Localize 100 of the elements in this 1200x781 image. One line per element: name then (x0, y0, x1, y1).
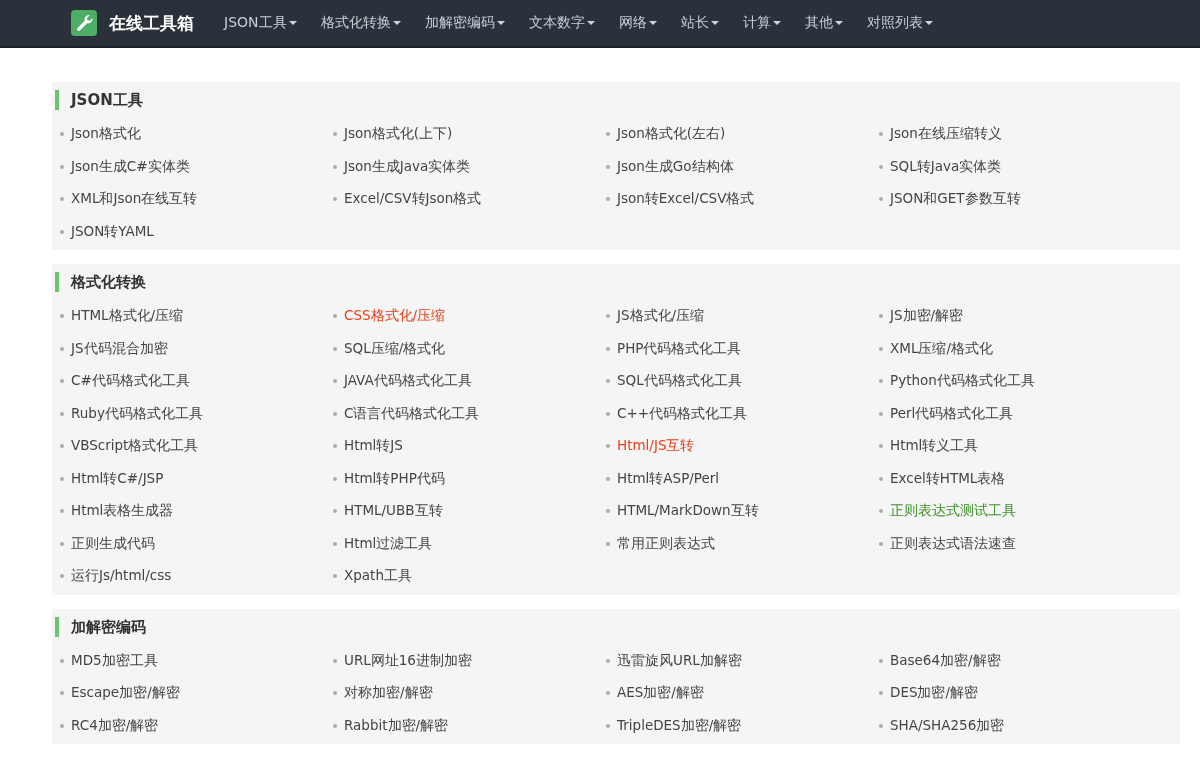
section-title: 加解密编码 (55, 616, 1180, 637)
tool-link[interactable]: PHP代码格式化工具 (617, 339, 742, 358)
nav-menu[interactable]: JSON工具 (212, 14, 309, 32)
wrench-icon[interactable] (71, 10, 97, 36)
tool-link[interactable]: C语言代码格式化工具 (344, 404, 480, 423)
tool-link[interactable]: XML和Json在线互转 (71, 190, 198, 209)
tool-link[interactable]: MD5加密工具 (71, 651, 158, 670)
bullet-icon (60, 574, 64, 579)
bullet-icon (60, 444, 64, 449)
tool-link[interactable]: Html/JS互转 (617, 437, 695, 456)
tool-link[interactable]: Json转Excel/CSV格式 (617, 190, 755, 209)
tool-link[interactable]: TripleDES加密/解密 (617, 716, 742, 735)
bullet-icon (606, 541, 610, 546)
tool-link[interactable]: Json生成Java实体类 (344, 157, 471, 176)
tool-link[interactable]: RC4加密/解密 (71, 716, 159, 735)
tool-link[interactable]: Html转JS (344, 437, 403, 456)
bullet-icon (333, 444, 337, 449)
tool-link[interactable]: SHA/SHA256加密 (890, 716, 1005, 735)
tool-link[interactable]: JS加密/解密 (890, 307, 964, 326)
bullet-icon (333, 509, 337, 514)
tool-link[interactable]: C++代码格式化工具 (617, 404, 748, 423)
tool-link[interactable]: JS格式化/压缩 (617, 307, 705, 326)
tool-link[interactable]: Json在线压缩转义 (890, 125, 1002, 144)
bullet-icon (606, 132, 610, 137)
tool-link[interactable]: JS代码混合加密 (71, 339, 168, 358)
tool-link[interactable]: Json生成C#实体类 (71, 157, 190, 176)
tool-link[interactable]: Html转C#/JSP (71, 469, 164, 488)
tool-link[interactable]: HTML/UBB互转 (344, 502, 443, 521)
bullet-icon (606, 476, 610, 481)
tool-link[interactable]: Html过滤工具 (344, 534, 433, 553)
tool-link[interactable]: 正则表达式测试工具 (890, 502, 1016, 521)
bullet-icon (879, 658, 883, 663)
bullet-icon (606, 658, 610, 663)
caret-icon (586, 21, 595, 25)
bullet-icon (333, 658, 337, 663)
tool-link[interactable]: SQL代码格式化工具 (617, 372, 742, 391)
caret-icon (392, 21, 401, 25)
bullet-icon (879, 541, 883, 546)
tool-link[interactable]: Ruby代码格式化工具 (71, 404, 203, 423)
tool-link[interactable]: URL网址16进制加密 (344, 651, 472, 670)
bullet-icon (60, 476, 64, 481)
tool-link[interactable]: Rabbit加密/解密 (344, 716, 449, 735)
tool-link[interactable]: Json格式化(左右) (617, 125, 726, 144)
tool-link[interactable]: Base64加密/解密 (890, 651, 1001, 670)
tool-link[interactable]: 对称加密/解密 (344, 684, 433, 703)
bullet-icon (60, 411, 64, 416)
tool-link[interactable]: Html转PHP代码 (344, 469, 445, 488)
tool-link[interactable]: Excel/CSV转Json格式 (344, 190, 482, 209)
tool-link[interactable]: Escape加密/解密 (71, 684, 180, 703)
nav-menu[interactable]: 文本数字 (516, 14, 607, 32)
bullet-icon (60, 132, 64, 137)
nav-menu[interactable]: 对照列表 (854, 14, 945, 32)
bullet-icon (879, 476, 883, 481)
bullet-icon (60, 379, 64, 384)
bullet-icon (879, 509, 883, 514)
tool-link[interactable]: SQL压缩/格式化 (344, 339, 446, 358)
bullet-icon (60, 723, 64, 728)
tool-link[interactable]: AES加密/解密 (617, 684, 704, 703)
tool-link[interactable]: JSON转YAML (71, 222, 154, 241)
site-title[interactable]: 在线工具箱 (109, 11, 194, 35)
tool-link[interactable]: 迅雷旋风URL加解密 (617, 651, 742, 670)
bullet-icon (333, 379, 337, 384)
nav-menu[interactable]: 格式化转换 (308, 14, 413, 32)
tool-link[interactable]: 正则表达式语法速查 (890, 534, 1016, 553)
tool-link[interactable]: HTML/MarkDown互转 (617, 502, 759, 521)
tool-link[interactable]: Json格式化 (71, 125, 141, 144)
section-title: 格式化转换 (55, 272, 1180, 292)
tool-link[interactable]: 运行Js/html/css (71, 567, 172, 586)
bullet-icon (60, 691, 64, 696)
tool-link[interactable]: Json生成Go结构体 (617, 157, 734, 176)
tool-link[interactable]: SQL转Java实体类 (890, 157, 1002, 176)
tool-link[interactable]: VBScript格式化工具 (71, 437, 199, 456)
tool-link[interactable]: 正则生成代码 (71, 534, 155, 553)
tool-link[interactable]: Html表格生成器 (71, 502, 174, 521)
nav-menu[interactable]: 计算 (730, 14, 793, 32)
bullet-icon (333, 691, 337, 696)
bullet-icon (333, 164, 337, 169)
tool-link[interactable]: Html转义工具 (890, 437, 979, 456)
bullet-icon (879, 132, 883, 137)
bullet-icon (60, 658, 64, 663)
tool-link[interactable]: 常用正则表达式 (617, 534, 715, 553)
tool-link[interactable]: XML压缩/格式化 (890, 339, 993, 358)
tool-link[interactable]: Xpath工具 (344, 567, 412, 586)
tool-link[interactable]: Json格式化(上下) (344, 125, 453, 144)
tool-link[interactable]: HTML格式化/压缩 (71, 307, 184, 326)
tool-link[interactable]: Html转ASP/Perl (617, 469, 720, 488)
nav-menu[interactable]: 站长 (668, 14, 731, 32)
bullet-icon (879, 164, 883, 169)
tool-link[interactable]: JAVA代码格式化工具 (344, 372, 472, 391)
tool-link[interactable]: Perl代码格式化工具 (890, 404, 1014, 423)
nav-menu[interactable]: 网络 (606, 14, 669, 32)
tool-link[interactable]: DES加密/解密 (890, 684, 979, 703)
tool-link[interactable]: Excel转HTML表格 (890, 469, 1006, 488)
tool-link[interactable]: C#代码格式化工具 (71, 372, 190, 391)
tool-link[interactable]: CSS格式化/压缩 (344, 307, 446, 326)
nav-menu[interactable]: 加解密编码 (412, 14, 517, 32)
tool-link[interactable]: JSON和GET参数互转 (890, 190, 1021, 209)
tool-link[interactable]: Python代码格式化工具 (890, 372, 1035, 391)
bullet-icon (606, 723, 610, 728)
nav-menu[interactable]: 其他 (792, 14, 855, 32)
